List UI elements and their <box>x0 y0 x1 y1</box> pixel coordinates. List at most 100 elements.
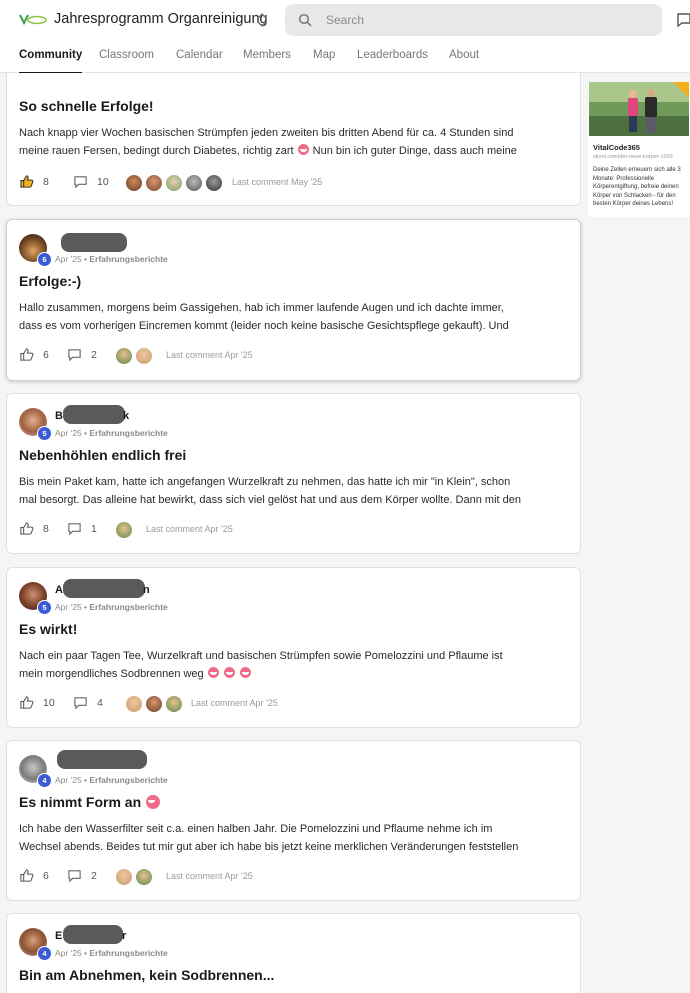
post-date: Apr '25 <box>55 254 82 264</box>
post-date: Apr '25 <box>55 428 82 438</box>
like-count: 8 <box>43 522 49 535</box>
avatar <box>205 174 223 192</box>
post-author: 4 Apr '25 • Erfahrungsberichte <box>19 750 319 791</box>
post-category[interactable]: Erfahrungsberichte <box>89 775 167 785</box>
like-count: 10 <box>43 696 55 709</box>
post-category[interactable]: Erfahrungsberichte <box>89 948 167 958</box>
like-button[interactable]: 6 <box>19 868 49 883</box>
redacted-author-name <box>63 579 145 598</box>
post-card[interactable]: So schnelle Erfolge! Nach knapp vier Woc… <box>6 73 581 206</box>
comment-button[interactable]: 1 <box>67 521 97 536</box>
tab-map[interactable]: Map <box>313 49 335 61</box>
comment-count: 2 <box>91 869 97 882</box>
post-title[interactable]: Erfolge:-) <box>19 273 81 289</box>
post-preview[interactable]: Hallo zusammen, morgens beim Gassigehen,… <box>19 299 567 335</box>
post-date: Apr '25 <box>55 775 82 785</box>
post-preview-line: Bis mein Paket kam, hatte ich angefangen… <box>19 476 511 488</box>
post-title[interactable]: Es nimmt Form an <box>19 794 161 810</box>
comment-icon <box>74 176 87 189</box>
level-badge: 4 <box>37 946 52 961</box>
avatar <box>115 521 133 539</box>
group-card-url[interactable]: skool.com/der-neue-korper-1026 <box>593 154 673 160</box>
like-button[interactable]: 6 <box>19 347 49 362</box>
post-category[interactable]: Erfahrungsberichte <box>89 428 167 438</box>
post-title[interactable]: Bin am Abnehmen, kein Sodbrennen... <box>19 967 274 983</box>
avatar <box>115 347 133 365</box>
post-category[interactable]: Erfahrungsberichte <box>89 602 167 612</box>
search-bar[interactable] <box>285 4 662 36</box>
post-category[interactable]: Erfahrungsberichte <box>89 254 167 264</box>
search-icon <box>298 13 312 27</box>
post-preview-line: Ich habe den Wasserfilter seit c.a. eine… <box>19 823 493 835</box>
author-name-start: E <box>55 930 63 942</box>
post-date: Apr '25 <box>55 602 82 612</box>
post-preview[interactable]: Nach ein paar Tagen Tee, Wurzelkraft und… <box>19 647 567 683</box>
post-preview[interactable]: Nach knapp vier Wochen basischen Strümpf… <box>19 124 567 160</box>
author-name-start: B <box>55 410 63 422</box>
comment-button[interactable]: 2 <box>67 347 97 362</box>
post-title-text: Es nimmt Form an <box>19 794 142 810</box>
nav-tabs: Community Classroom Calendar Members Map… <box>0 40 690 74</box>
post-feed[interactable]: So schnelle Erfolge! Nach knapp vier Woc… <box>0 73 590 993</box>
comment-button[interactable]: 4 <box>73 695 103 710</box>
comment-button[interactable]: 2 <box>67 868 97 883</box>
comment-icon <box>68 523 81 536</box>
group-logo-icon[interactable] <box>19 12 47 26</box>
group-cover-image[interactable] <box>589 82 689 136</box>
post-preview[interactable]: Bis mein Paket kam, hatte ich angefangen… <box>19 473 567 509</box>
search-input[interactable] <box>324 12 628 28</box>
post-preview[interactable]: Ich habe den Wasserfilter seit c.a. eine… <box>19 820 567 856</box>
comment-count: 10 <box>97 175 109 188</box>
tab-community[interactable]: Community <box>19 49 83 74</box>
grinning-emoji-icon <box>223 667 235 678</box>
comment-button[interactable]: 10 <box>73 174 109 189</box>
sidebar-group-card[interactable]: VitalCode365 skool.com/der-neue-korper-1… <box>588 82 690 217</box>
post-card[interactable]: 4 E r Apr '25 • Erfahrungsberichte Bin a… <box>6 913 581 993</box>
post-card[interactable]: 4 Apr '25 • Erfahrungsberichte Es nimmt … <box>6 740 581 901</box>
group-card-name[interactable]: VitalCode365 <box>593 143 640 152</box>
grinning-emoji-icon <box>146 795 161 809</box>
post-meta: Apr '25 • Erfahrungsberichte <box>55 254 168 264</box>
redacted-author-name <box>63 925 123 944</box>
post-title[interactable]: Nebenhöhlen endlich frei <box>19 447 186 463</box>
post-title[interactable]: So schnelle Erfolge! <box>19 98 154 114</box>
redacted-author-name <box>61 233 127 252</box>
tab-classroom[interactable]: Classroom <box>99 49 154 61</box>
last-comment-time[interactable]: Last comment Apr '25 <box>166 350 253 360</box>
post-card[interactable]: 6 Apr '25 • Erfahrungsberichte Erfolge:-… <box>6 219 581 381</box>
tab-leaderboards[interactable]: Leaderboards <box>357 49 428 61</box>
last-comment-time[interactable]: Last comment Apr '25 <box>191 698 278 708</box>
author-name[interactable]: E <box>55 930 62 942</box>
last-comment-time[interactable]: Last comment Apr '25 <box>146 524 233 534</box>
comment-icon <box>68 349 81 362</box>
author-name[interactable]: B <box>55 410 63 422</box>
like-button[interactable]: 10 <box>19 695 55 710</box>
post-preview-line: Hallo zusammen, morgens beim Gassigehen,… <box>19 302 504 314</box>
group-title[interactable]: Jahresprogramm Organreinigung <box>54 11 268 27</box>
last-comment-time[interactable]: Last comment May '25 <box>232 177 322 187</box>
avatar <box>125 174 143 192</box>
avatar <box>145 174 163 192</box>
avatar <box>165 695 183 713</box>
author-name[interactable]: A <box>55 584 63 596</box>
post-card[interactable]: 5 A n Apr '25 • Erfahrungsberichte Es wi… <box>6 567 581 728</box>
post-date: Apr '25 <box>55 948 82 958</box>
chat-icon[interactable] <box>676 12 690 28</box>
like-count: 6 <box>43 348 49 361</box>
like-button[interactable]: 8 <box>19 521 49 536</box>
last-comment-time[interactable]: Last comment Apr '25 <box>166 871 253 881</box>
thumbs-up-icon <box>20 696 34 709</box>
post-actions: 6 2 Last comment Apr '25 <box>19 347 559 367</box>
post-preview-line: mein morgendliches Sodbrennen weg <box>19 665 567 683</box>
group-switcher-icon[interactable] <box>255 11 269 29</box>
grinning-emoji-icon <box>239 667 251 678</box>
post-preview-text: meine rauen Fersen, bedingt durch Diabet… <box>19 145 294 157</box>
post-card[interactable]: 5 B k Apr '25 • Erfahrungsberichte Neben… <box>6 393 581 554</box>
post-actions: 8 10 Last comment May '25 <box>19 174 559 194</box>
post-title[interactable]: Es wirkt! <box>19 621 77 637</box>
like-button[interactable]: 8 <box>19 174 49 189</box>
tab-calendar[interactable]: Calendar <box>176 49 223 61</box>
tab-members[interactable]: Members <box>243 49 291 61</box>
tab-about[interactable]: About <box>449 49 479 61</box>
avatar <box>135 347 153 365</box>
